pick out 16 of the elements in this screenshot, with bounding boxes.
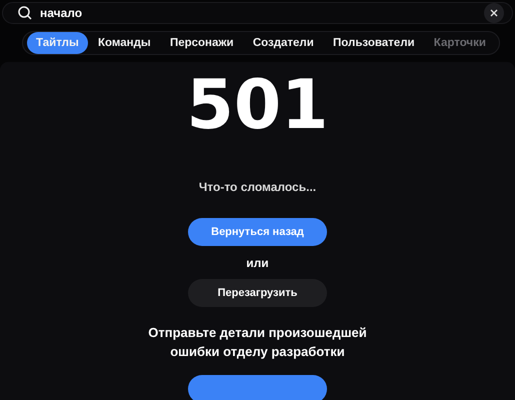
close-icon [490,9,498,17]
error-message: Что-то сломалось... [198,180,316,194]
send-button[interactable] [188,375,327,400]
details-text: Отправьте детали произошедшей ошибки отделу разработки [147,324,368,361]
search-icon [18,6,32,20]
search-input[interactable]: начало [40,6,476,20]
tab[interactable]: Создатели [244,32,323,54]
tab[interactable]: Команды [89,32,160,54]
tab[interactable]: Персонажи [160,32,243,54]
back-button[interactable]: Вернуться назад [188,218,327,246]
search-field[interactable]: начало [2,2,513,24]
close-button[interactable] [484,3,504,23]
reload-button[interactable]: Перезагрузить [188,279,327,307]
tab[interactable]: Пользователи [324,32,424,54]
separator-text: или [246,256,269,270]
error-code: 501 [186,72,328,140]
